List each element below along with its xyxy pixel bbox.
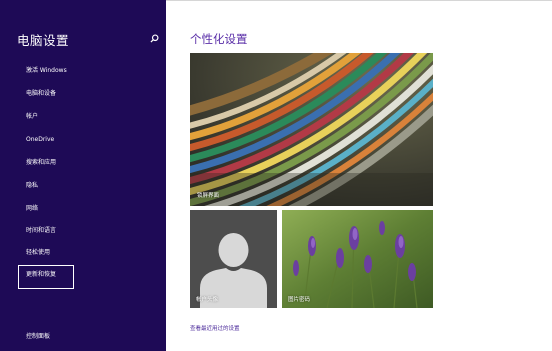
- picture-password-tile[interactable]: 图片密码: [282, 210, 433, 308]
- search-icon[interactable]: [150, 34, 159, 43]
- sidebar: 电脑设置 激活 Windows 电脑和设备 帐户 OneDrive 搜索和应用 …: [0, 0, 166, 351]
- lock-screen-label: 锁屏界面: [197, 193, 220, 199]
- sidebar-item-label: 电脑和设备: [26, 90, 57, 97]
- lock-screen-image: [190, 53, 433, 206]
- sidebar-item-label: OneDrive: [26, 136, 55, 143]
- sidebar-title: 电脑设置: [17, 33, 70, 48]
- sidebar-item-activate-windows[interactable]: 激活 Windows: [0, 61, 166, 81]
- lavender-image: [282, 210, 433, 308]
- sidebar-item-label: 搜索和应用: [26, 159, 57, 166]
- picture-password-label: 图片密码: [288, 297, 311, 303]
- account-picture-tile[interactable]: 帐户头像: [190, 210, 277, 308]
- sidebar-item-label: 帐户: [26, 113, 39, 120]
- sidebar-item-search-and-apps[interactable]: 搜索和应用: [0, 153, 166, 173]
- sidebar-item-privacy[interactable]: 隐私: [0, 176, 166, 196]
- lock-screen-tile[interactable]: 锁屏界面: [190, 53, 433, 206]
- sidebar-item-label: 网络: [26, 205, 39, 212]
- sidebar-item-label: 激活 Windows: [26, 67, 67, 74]
- page-title: 个性化设置: [190, 32, 248, 46]
- avatar-placeholder-icon: [190, 210, 277, 308]
- sidebar-item-ease-of-access[interactable]: 轻松使用: [0, 243, 166, 263]
- sidebar-item-label: 隐私: [26, 182, 39, 189]
- sidebar-item-label: 时间和语言: [26, 227, 57, 234]
- sidebar-item-onedrive[interactable]: OneDrive: [0, 130, 166, 150]
- sidebar-item-update-and-recovery[interactable]: 更新和恢复: [0, 265, 166, 289]
- recent-settings-link[interactable]: 查看最近用过的设置: [190, 324, 240, 332]
- sidebar-item-label: 更新和恢复: [26, 271, 57, 278]
- sidebar-item-accounts[interactable]: 帐户: [0, 107, 166, 127]
- sidebar-item-label: 轻松使用: [26, 249, 51, 256]
- sidebar-item-time-and-language[interactable]: 时间和语言: [0, 221, 166, 241]
- top-divider: [166, 0, 552, 1]
- account-picture-label: 帐户头像: [196, 297, 219, 303]
- sidebar-item-network[interactable]: 网络: [0, 199, 166, 219]
- sidebar-item-pc-and-devices[interactable]: 电脑和设备: [0, 84, 166, 104]
- control-panel-link[interactable]: 控制面板: [26, 331, 50, 340]
